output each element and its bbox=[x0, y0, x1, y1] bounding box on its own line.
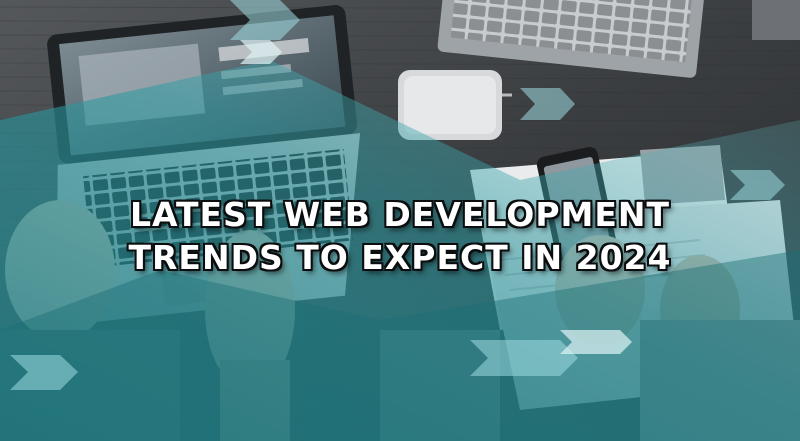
top-right-device bbox=[752, 0, 800, 40]
hero-banner: LATEST WEB DEVELOPMENT TRENDS TO EXPECT … bbox=[0, 0, 800, 441]
headline-line-2: TRENDS TO EXPECT IN 2024 bbox=[128, 238, 672, 277]
headline: LATEST WEB DEVELOPMENT TRENDS TO EXPECT … bbox=[0, 193, 800, 279]
wallet-icon bbox=[398, 70, 512, 140]
headline-line-1: LATEST WEB DEVELOPMENT bbox=[129, 195, 671, 234]
